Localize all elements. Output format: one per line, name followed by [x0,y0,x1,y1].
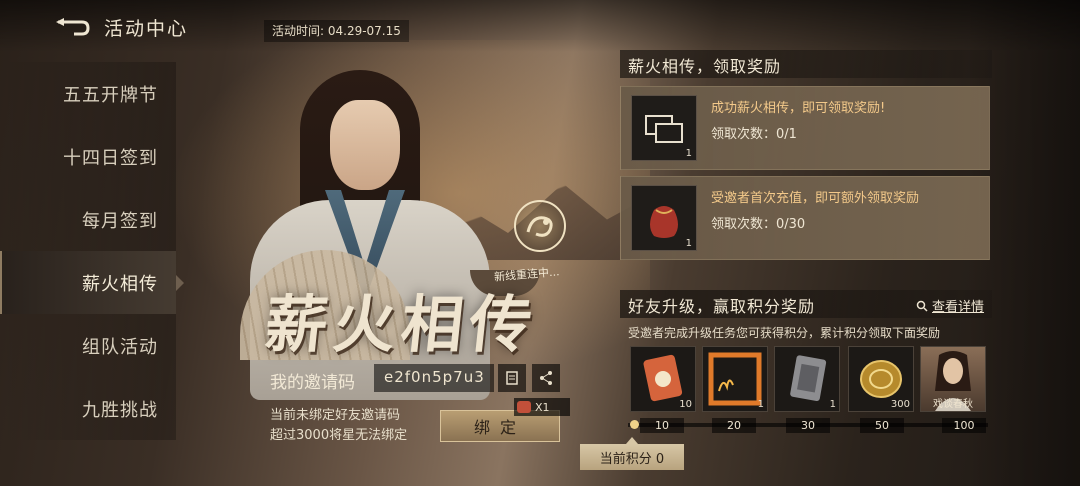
copy-code-button[interactable] [498,364,526,392]
view-details-label: 查看详情 [932,300,985,315]
bind-reward-count: X1 [535,400,550,414]
reward-slot[interactable]: 1 [702,346,768,412]
milestone-label: 30 [786,418,830,433]
milestone-label: 10 [640,418,684,433]
reward-name: 戏谈春秋 [933,399,973,410]
sidebar-item-label: 每月签到 [82,210,158,232]
back-arrow-icon [56,18,90,36]
reward-count: 1 [829,399,836,410]
sidebar-item-label: 五五开牌节 [63,84,158,106]
event-title: 薪火相传 [261,288,542,361]
task-card: 1 成功薪火相传，即可领取奖励! 领取次数：0/1 [620,86,990,170]
dragon-emblem-icon [514,200,566,252]
sidebar-item-monthly-signin[interactable]: 每月签到 [0,188,176,251]
sidebar-item-wuwu-festival[interactable]: 五五开牌节 [0,62,176,125]
reward-count: 10 [679,399,692,410]
milestone-label: 20 [712,418,756,433]
reward-count: 300 [890,399,910,410]
reward-slot[interactable]: 10 [630,346,696,412]
task-title: 受邀者首次充值，即可额外领取奖励 [711,191,920,206]
upgrade-note: 受邀者完成升级任务您可获得积分，累计积分领取下面奖励 [628,326,941,340]
progress-start-dot [630,420,639,429]
sidebar-item-label: 九胜挑战 [82,399,158,421]
sidebar: 五五开牌节 十四日签到 每月签到 薪火相传 组队活动 九胜挑战 [0,62,184,440]
current-score: 当前积分 0 [580,437,684,470]
sidebar-item-14-day-signin[interactable]: 十四日签到 [0,125,176,188]
task-progress: 领取次数：0/1 [711,127,797,142]
share-icon [540,371,552,385]
sidebar-item-label: 十四日签到 [63,147,158,169]
task-item-count: 1 [685,238,692,249]
milestone-label: 100 [942,418,986,433]
bind-reward-badge: X1 [514,398,570,416]
back-button[interactable] [52,14,92,42]
sidebar-item-label: 组队活动 [82,336,158,358]
reward-slot[interactable]: 300 [848,346,914,412]
task-progress: 领取次数：0/30 [711,217,806,232]
top-bar: 活动中心 活动时间: 04.29-07.15 [0,0,1080,52]
task-icon-slot[interactable]: 1 [631,185,697,251]
section-title-rewards: 薪火相传，领取奖励 [620,50,992,78]
copy-icon [506,371,518,385]
dragon-icon [526,216,553,237]
task-title: 成功薪火相传，即可领取奖励! [711,101,886,116]
reward-slot[interactable]: 1 [774,346,840,412]
bind-note-line: 超过3000将星无法绑定 [270,428,408,443]
page-title: 活动中心 [104,18,189,40]
reward-count: 1 [757,399,764,410]
sidebar-item-nine-wins[interactable]: 九胜挑战 [0,377,176,440]
sidebar-item-team-activity[interactable]: 组队活动 [0,314,176,377]
reward-slot[interactable]: 戏谈春秋 [920,346,986,412]
task-icon-slot[interactable]: 1 [631,95,697,161]
search-icon [916,300,928,312]
task-card: 1 受邀者首次充值，即可额外领取奖励 领取次数：0/30 [620,176,990,260]
invite-code-label: 我的邀请码 [270,373,355,393]
view-details-link[interactable]: 查看详情 [916,296,984,315]
sidebar-item-xinhuo[interactable]: 薪火相传 [0,251,184,314]
hero-face [330,100,400,190]
bind-note-line: 当前未绑定好友邀请码 [270,408,401,423]
sidebar-item-label: 薪火相传 [82,273,158,295]
milestone-label: 50 [860,418,904,433]
share-code-button[interactable] [532,364,560,392]
bind-status-note: 当前未绑定好友邀请码 超过3000将星无法绑定 [270,406,407,446]
task-item-count: 1 [685,148,692,159]
invite-code-value: e2f0n5p7u3 [374,364,494,392]
gift-icon [517,401,531,413]
activity-period: 活动时间: 04.29-07.15 [264,20,409,42]
